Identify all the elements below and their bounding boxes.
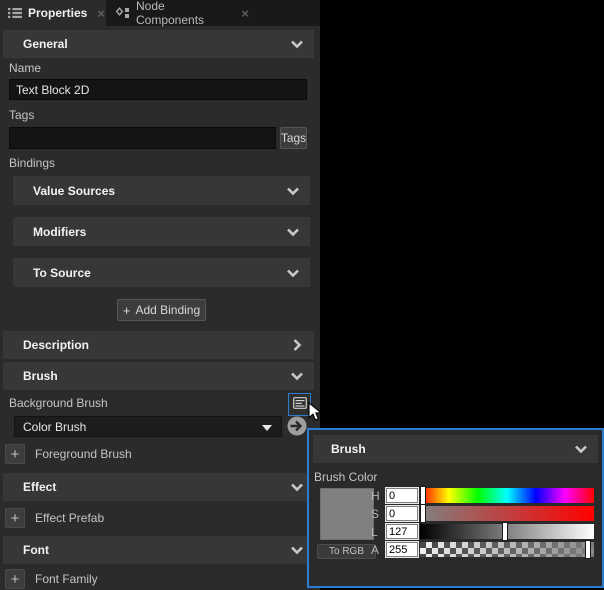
section-title: Description [23,338,90,352]
hue-label: H [371,489,380,503]
add-binding-button[interactable]: + Add Binding [117,299,206,321]
alpha-row: A [309,541,602,558]
popup-section-header-brush[interactable]: Brush [313,435,598,463]
section-header-value-sources[interactable]: Value Sources [13,176,310,205]
bindings-label: Bindings [9,156,56,170]
slider-handle[interactable] [586,541,590,558]
effect-prefab-label: Effect Prefab [35,511,105,525]
tab-properties[interactable]: Properties × [0,0,106,26]
hue-slider[interactable] [420,487,594,504]
plus-icon: + [10,509,20,527]
node-components-icon [115,6,130,20]
tags-label: Tags [9,108,35,122]
section-title: Modifiers [33,224,87,239]
section-header-font[interactable]: Font [3,536,314,564]
lightness-label: L [371,525,378,539]
font-family-label: Font Family [35,572,98,586]
chevron-down-icon [290,40,304,49]
section-title: Effect [23,480,57,494]
hue-row: H [309,487,602,504]
section-title: Value Sources [33,183,116,198]
alpha-input[interactable] [385,541,419,558]
tags-input[interactable] [9,127,276,149]
section-header-effect[interactable]: Effect [3,473,314,501]
section-title: General [23,37,68,51]
saturation-label: S [371,507,380,521]
chevron-down-icon [290,483,304,492]
section-title: Brush [331,442,366,456]
tab-node-components[interactable]: Node Components × [107,0,257,27]
brush-color-popup: Brush Brush Color To RGB H S L A [307,428,604,588]
section-title: Font [23,543,49,557]
section-header-to-source[interactable]: To Source [13,258,310,287]
brush-type-dropdown[interactable]: Color Brush [14,416,282,437]
close-icon[interactable]: × [97,6,105,21]
section-header-general[interactable]: General [3,30,314,58]
chevron-down-icon [286,268,300,277]
effect-prefab-add-button[interactable]: + [5,508,25,528]
plus-icon: + [10,445,20,463]
slider-handle[interactable] [421,505,425,522]
dropdown-value: Color Brush [23,419,87,434]
tags-button[interactable]: Tags [280,127,307,149]
properties-panel: Properties × Node Components × General N… [0,0,320,590]
name-label: Name [9,61,42,75]
panel-editor-icon [292,396,307,414]
saturation-input[interactable] [385,505,419,522]
foreground-brush-label: Foreground Brush [35,447,132,461]
brush-editor-button[interactable] [288,393,311,416]
chevron-down-icon [286,186,300,195]
slider-handle[interactable] [503,523,507,540]
tab-label: Properties [28,6,88,20]
background-brush-label: Background Brush [9,396,108,410]
hue-input[interactable] [385,487,419,504]
close-icon[interactable]: × [241,6,249,21]
lightness-row: L [309,523,602,540]
lightness-input[interactable] [385,523,419,540]
chevron-down-icon [574,445,588,454]
brush-color-label: Brush Color [314,470,378,484]
chevron-down-icon [262,424,272,431]
alpha-slider[interactable] [420,541,594,558]
font-family-add-button[interactable]: + [5,569,25,589]
add-binding-label: Add Binding [135,303,201,317]
properties-list-icon [8,7,22,19]
chevron-down-icon [290,546,304,555]
section-header-description[interactable]: Description [3,331,314,359]
foreground-brush-add-button[interactable]: + [5,444,25,464]
revert-to-default-button[interactable] [286,415,308,442]
section-title: Brush [23,369,58,383]
section-title: To Source [33,265,91,280]
chevron-right-icon [293,338,302,352]
plus-icon: + [122,302,131,318]
name-input[interactable] [9,79,307,100]
chevron-down-icon [290,372,304,381]
section-header-brush[interactable]: Brush [3,362,314,390]
lightness-slider[interactable] [420,523,594,540]
slider-handle[interactable] [421,487,425,504]
tab-label: Node Components [136,0,205,27]
saturation-slider[interactable] [420,505,594,522]
plus-icon: + [10,570,20,588]
section-header-modifiers[interactable]: Modifiers [13,217,310,246]
chevron-down-icon [286,227,300,236]
tab-bar: Properties × Node Components × [0,0,320,27]
saturation-row: S [309,505,602,522]
alpha-label: A [371,543,380,557]
